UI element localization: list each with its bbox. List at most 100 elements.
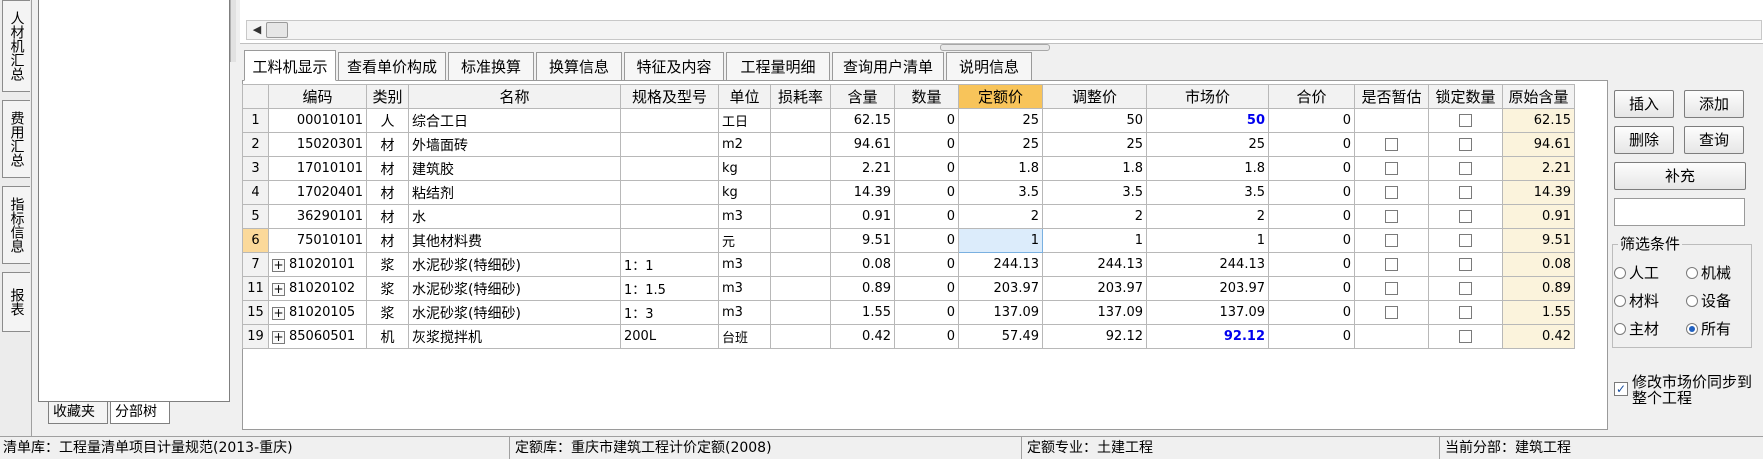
quota-price-cell[interactable]: 3.5: [958, 180, 1043, 205]
column-header[interactable]: 损耗率: [770, 84, 831, 109]
filter-radio[interactable]: 人工: [1614, 264, 1659, 282]
tree-panel[interactable]: [38, 0, 230, 402]
sync-market-price-checkbox[interactable]: ✓ 修改市场价同步到整个工程: [1614, 374, 1754, 406]
checkbox-check-icon[interactable]: ✓: [1614, 382, 1628, 396]
original-content-cell[interactable]: 0.89: [1502, 276, 1575, 301]
original-content-cell[interactable]: 0.91: [1502, 204, 1575, 229]
lock-checkbox[interactable]: [1459, 137, 1472, 151]
column-header[interactable]: 类别: [366, 84, 409, 109]
quota-price-cell[interactable]: 1: [958, 228, 1043, 253]
quota-price-cell[interactable]: 1.8: [958, 156, 1043, 181]
quantity-cell[interactable]: 0: [894, 252, 959, 277]
lock-checkbox[interactable]: [1459, 113, 1472, 127]
lock-checkbox[interactable]: [1459, 209, 1472, 223]
column-header[interactable]: 含量: [830, 84, 895, 109]
filter-radio[interactable]: 主材: [1614, 320, 1659, 338]
lock-cell[interactable]: [1428, 108, 1503, 133]
lock-cell[interactable]: [1428, 276, 1503, 301]
quota-price-cell[interactable]: 244.13: [958, 252, 1043, 277]
code-cell[interactable]: 17010101: [268, 156, 367, 181]
lock-cell[interactable]: [1428, 132, 1503, 157]
table-row[interactable]: 1 00010101 人综合工日 工日 62.15 0 25 50 50 0 62.15: [242, 108, 1575, 133]
loss-rate-cell[interactable]: [770, 252, 831, 277]
estimate-cell[interactable]: [1354, 156, 1429, 181]
lock-cell[interactable]: [1428, 204, 1503, 229]
code-cell[interactable]: 00010101: [268, 108, 367, 133]
loss-rate-cell[interactable]: [770, 228, 831, 253]
total-price-cell[interactable]: 0: [1268, 324, 1355, 349]
type-cell[interactable]: 材: [366, 204, 409, 229]
content-cell[interactable]: 2.21: [830, 156, 895, 181]
adjusted-price-cell[interactable]: 137.09: [1042, 300, 1147, 325]
quota-price-cell[interactable]: 57.49: [958, 324, 1043, 349]
scroll-thumb[interactable]: [266, 22, 288, 38]
estimate-checkbox[interactable]: [1385, 281, 1398, 295]
content-cell[interactable]: 0.89: [830, 276, 895, 301]
spec-cell[interactable]: [620, 132, 719, 157]
radio-dot-icon[interactable]: [1686, 295, 1698, 307]
unit-cell[interactable]: 元: [718, 228, 771, 253]
radio-dot-icon[interactable]: [1614, 267, 1626, 279]
filter-radio[interactable]: 材料: [1614, 292, 1659, 310]
row-number[interactable]: 4: [242, 180, 269, 205]
market-price-cell[interactable]: 92.12: [1146, 324, 1269, 349]
type-cell[interactable]: 人: [366, 108, 409, 133]
loss-rate-cell[interactable]: [770, 180, 831, 205]
column-header[interactable]: 合价: [1268, 84, 1355, 109]
spec-cell[interactable]: 1：3: [620, 300, 719, 325]
loss-rate-cell[interactable]: [770, 156, 831, 181]
estimate-checkbox[interactable]: [1385, 305, 1398, 319]
unit-cell[interactable]: m3: [718, 300, 771, 325]
tab-features[interactable]: 特征及内容: [624, 52, 724, 80]
lock-checkbox[interactable]: [1459, 233, 1472, 247]
market-price-cell[interactable]: 1.8: [1146, 156, 1269, 181]
adjusted-price-cell[interactable]: 244.13: [1042, 252, 1147, 277]
adjusted-price-cell[interactable]: 92.12: [1042, 324, 1147, 349]
market-price-cell[interactable]: 137.09: [1146, 300, 1269, 325]
spec-cell[interactable]: [620, 204, 719, 229]
content-cell[interactable]: 62.15: [830, 108, 895, 133]
unit-cell[interactable]: kg: [718, 156, 771, 181]
tree-scrollbar[interactable]: [230, 0, 236, 62]
quantity-cell[interactable]: 0: [894, 300, 959, 325]
code-cell[interactable]: 75010101: [268, 228, 367, 253]
row-number[interactable]: 7: [242, 252, 269, 277]
total-price-cell[interactable]: 0: [1268, 180, 1355, 205]
lock-cell[interactable]: [1428, 228, 1503, 253]
type-cell[interactable]: 材: [366, 132, 409, 157]
tab-resource-display[interactable]: 工料机显示: [244, 50, 336, 81]
estimate-checkbox[interactable]: [1385, 161, 1398, 175]
table-row[interactable]: 3 17010101 材建筑胶 kg 2.21 0 1.8 1.8 1.8 0 2.21: [242, 156, 1575, 181]
total-price-cell[interactable]: 0: [1268, 300, 1355, 325]
column-header[interactable]: 定额价: [958, 84, 1043, 109]
content-cell[interactable]: 14.39: [830, 180, 895, 205]
adjusted-price-cell[interactable]: 203.97: [1042, 276, 1147, 301]
original-content-cell[interactable]: 94.61: [1502, 132, 1575, 157]
quantity-cell[interactable]: 0: [894, 228, 959, 253]
estimate-cell[interactable]: [1354, 300, 1429, 325]
market-price-cell[interactable]: 3.5: [1146, 180, 1269, 205]
table-row[interactable]: 4 17020401 材粘结剂 kg 14.39 0 3.5 3.5 3.5 0 14.39: [242, 180, 1575, 205]
panel-splitter[interactable]: [940, 44, 1050, 51]
table-row[interactable]: 6 75010101 材其他材料费元 9.51 0 1 1 1 0 9.51: [242, 228, 1575, 253]
lock-checkbox[interactable]: [1459, 161, 1472, 175]
total-price-cell[interactable]: 0: [1268, 252, 1355, 277]
spec-cell[interactable]: [620, 108, 719, 133]
market-price-cell[interactable]: 203.97: [1146, 276, 1269, 301]
type-cell[interactable]: 材: [366, 228, 409, 253]
tab-favorites[interactable]: 收藏夹: [48, 402, 108, 424]
spec-cell[interactable]: 1：1.5: [620, 276, 719, 301]
radio-dot-icon[interactable]: [1686, 267, 1698, 279]
name-cell[interactable]: 水泥砂浆(特细砂): [408, 276, 621, 301]
unit-cell[interactable]: m3: [718, 252, 771, 277]
tab-conversion-info[interactable]: 换算信息: [536, 52, 622, 80]
supplement-button[interactable]: 补充: [1614, 162, 1746, 190]
column-header[interactable]: 单位: [718, 84, 771, 109]
adjusted-price-cell[interactable]: 3.5: [1042, 180, 1147, 205]
estimate-checkbox[interactable]: [1385, 137, 1398, 151]
adjusted-price-cell[interactable]: 2: [1042, 204, 1147, 229]
quantity-cell[interactable]: 0: [894, 276, 959, 301]
query-button[interactable]: 查询: [1684, 126, 1744, 154]
table-row[interactable]: 11 +81020102 浆水泥砂浆(特细砂) 1：1.5 m3 0.89 0 203.97 2…: [242, 276, 1575, 301]
column-header[interactable]: 数量: [894, 84, 959, 109]
